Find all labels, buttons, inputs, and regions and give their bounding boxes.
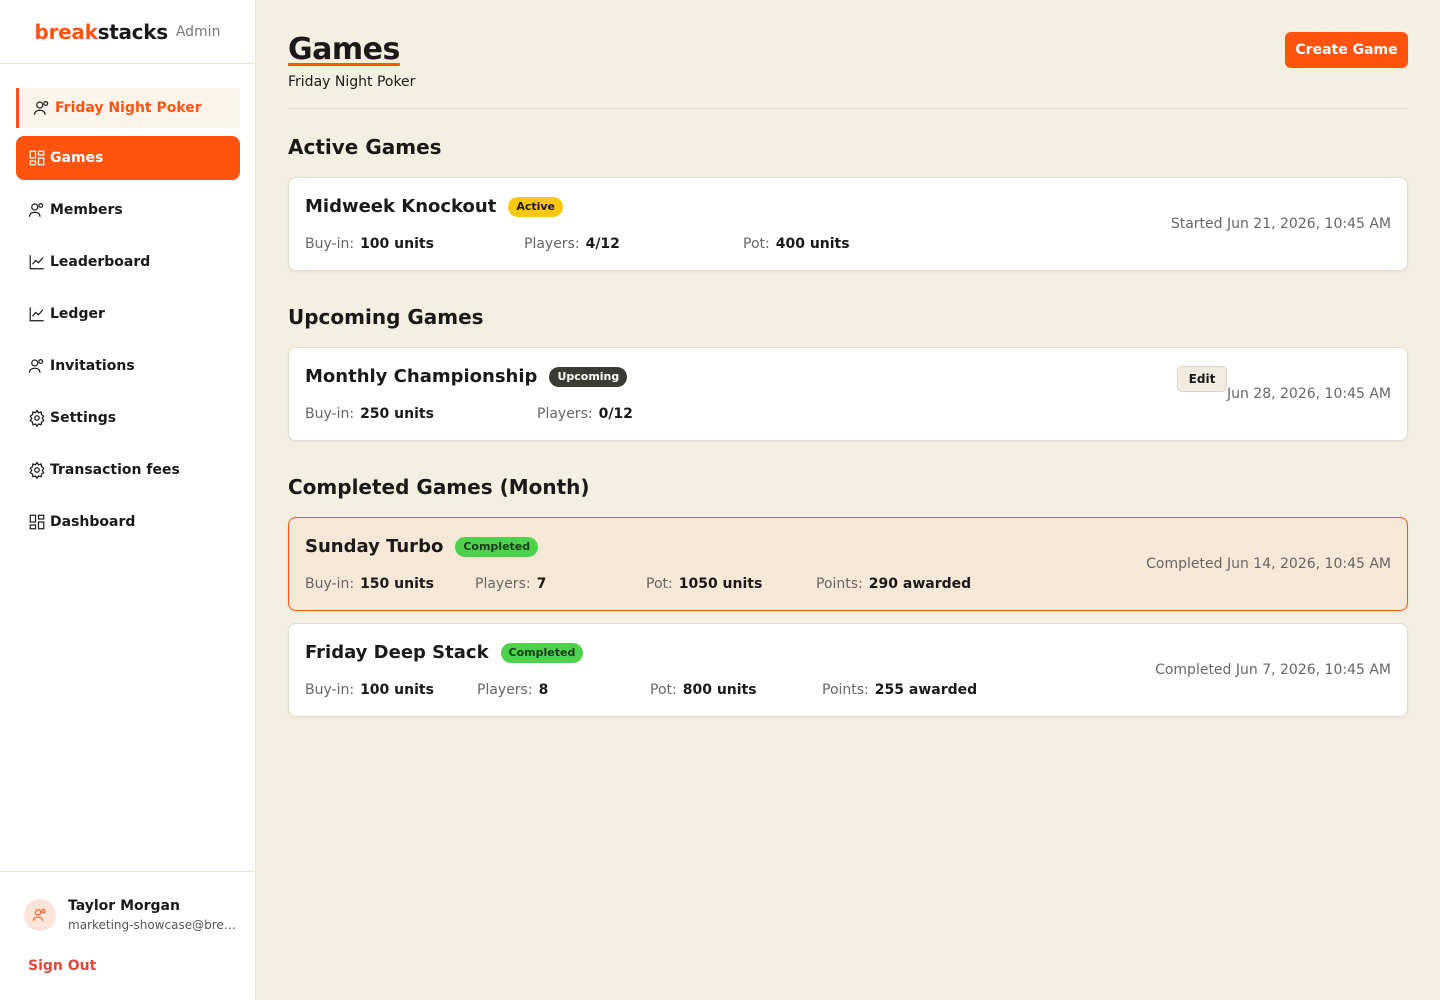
game-title-row: Friday Deep Stack Completed [305, 642, 584, 663]
game-buy-in: Buy-in: 100 units [305, 236, 434, 252]
game-card[interactable]: Sunday Turbo Completed Buy-in: 150 units … [288, 517, 1408, 611]
game-pot: Pot: 1050 units [646, 576, 763, 592]
grid-icon [29, 514, 45, 530]
sidebar-item-invitations[interactable]: Invitations [16, 344, 240, 388]
game-players: Players: 8 [477, 682, 549, 698]
game-date: Started Jun 21, 2026, 10:45 AM [1170, 216, 1391, 232]
game-name: Sunday Turbo [305, 536, 444, 557]
sidebar-item-label: Dashboard [50, 514, 136, 530]
sidebar-item-games[interactable]: Games [16, 136, 240, 180]
gear-icon [29, 409, 45, 427]
game-date: Completed Jun 7, 2026, 10:45 AM [1155, 662, 1391, 678]
sidebar-item-label: Leaderboard [50, 254, 151, 270]
grid-icon [29, 150, 45, 166]
status-badge: Upcoming [549, 366, 628, 387]
section-title-completed: Completed Games (Month) [288, 475, 590, 499]
main-content: Games Friday Night Poker Create Game Act… [288, 0, 1408, 1000]
game-buy-in: Buy-in: 250 units [305, 406, 434, 422]
sidebar: breakstacks Admin Friday Night Poker Gam… [0, 0, 256, 1000]
gear-icon [29, 461, 45, 479]
avatar[interactable] [24, 899, 56, 931]
game-date: Completed Jun 14, 2026, 10:45 AM [1146, 556, 1391, 572]
game-title-row: Midweek Knockout Active [305, 196, 564, 217]
game-title-row: Monthly Championship Upcoming [305, 366, 628, 387]
create-game-button[interactable]: Create Game [1285, 32, 1408, 68]
game-name: Friday Deep Stack [305, 642, 489, 663]
game-card[interactable]: Friday Deep Stack Completed Buy-in: 100 u… [288, 623, 1408, 717]
game-buy-in: Buy-in: 150 units [305, 576, 434, 592]
sidebar-item-settings[interactable]: Settings [16, 396, 240, 440]
sidebar-item-label: Games [50, 150, 104, 166]
brand-header: breakstacks Admin [0, 0, 255, 64]
user-name: Taylor Morgan [68, 898, 180, 914]
game-players: Players: 4/12 [524, 236, 620, 252]
brand-admin-label: Admin [175, 23, 221, 40]
sign-out-link[interactable]: Sign Out [28, 958, 96, 974]
status-badge: Completed [455, 536, 539, 557]
section-title-upcoming: Upcoming Games [288, 305, 484, 329]
game-title-row: Sunday Turbo Completed [305, 536, 539, 557]
game-players: Players: 0/12 [537, 406, 633, 422]
sidebar-item-label: Ledger [50, 306, 105, 322]
game-card[interactable]: Monthly Championship Upcoming Buy-in: 250… [288, 347, 1408, 441]
users-icon [28, 203, 44, 217]
sidebar-org-label: Friday Night Poker [55, 100, 202, 116]
edit-game-button[interactable]: Edit [1177, 366, 1227, 392]
game-name: Midweek Knockout [305, 196, 497, 217]
section-title-active: Active Games [288, 135, 442, 159]
sidebar-org-selector[interactable]: Friday Night Poker [16, 88, 240, 128]
users-icon [33, 101, 49, 115]
header-divider [288, 108, 1408, 109]
page-title: Games [288, 32, 400, 67]
status-badge: Completed [500, 642, 584, 663]
game-name: Monthly Championship [305, 366, 538, 387]
sidebar-item-dashboard[interactable]: Dashboard [16, 500, 240, 544]
page-subtitle: Friday Night Poker [288, 74, 416, 90]
sidebar-item-members[interactable]: Members [16, 188, 240, 232]
sidebar-item-leaderboard[interactable]: Leaderboard [16, 240, 240, 284]
sidebar-item-label: Transaction fees [50, 462, 180, 478]
status-badge: Active [508, 196, 564, 217]
user-email: marketing-showcase@breakstacks.com [68, 918, 238, 932]
game-date: Jun 28, 2026, 10:45 AM [1226, 386, 1391, 402]
sidebar-item-label: Members [50, 202, 123, 218]
game-buy-in: Buy-in: 100 units [305, 682, 434, 698]
user-profile: Taylor Morgan marketing-showcase@breakst… [0, 871, 256, 1000]
game-points: Points: 290 awarded [816, 576, 972, 592]
game-card[interactable]: Midweek Knockout Active Buy-in: 100 units… [288, 177, 1408, 271]
chart-icon [29, 307, 44, 322]
sidebar-item-label: Settings [50, 410, 117, 426]
chart-icon [29, 255, 44, 270]
game-pot: Pot: 800 units [650, 682, 757, 698]
game-points: Points: 255 awarded [822, 682, 978, 698]
brand-logo[interactable]: breakstacks [35, 20, 169, 44]
sidebar-item-label: Invitations [50, 358, 135, 374]
sidebar-item-transaction-fees[interactable]: Transaction fees [16, 448, 240, 492]
users-icon [28, 359, 44, 373]
user-icon [32, 908, 46, 922]
game-players: Players: 7 [475, 576, 547, 592]
sidebar-item-ledger[interactable]: Ledger [16, 292, 240, 336]
game-pot: Pot: 400 units [743, 236, 850, 252]
